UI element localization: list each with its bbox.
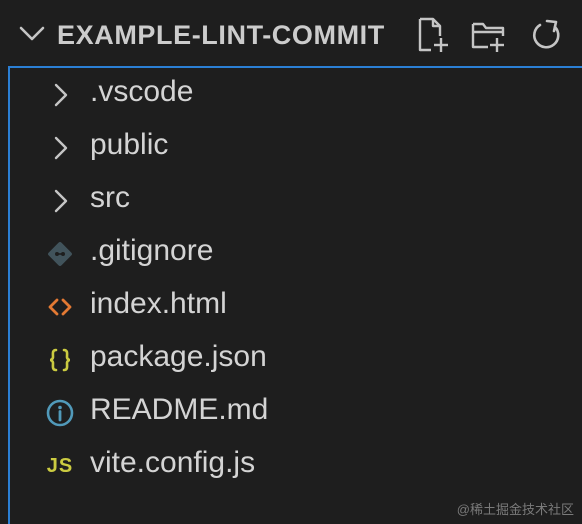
js-icon: JS <box>44 450 76 482</box>
tree-item-gitignore[interactable]: .gitignore <box>10 227 582 279</box>
explorer-panel: EXAMPLE-LINT-COMMIT .vscode public src .… <box>0 0 582 524</box>
tree-item-index-html[interactable]: index.html <box>10 280 582 332</box>
tree-item-label: public <box>90 128 169 161</box>
chevron-right-icon[interactable] <box>44 132 76 164</box>
tree-item-label: index.html <box>90 287 227 320</box>
tree-item-vscode-folder[interactable]: .vscode <box>10 68 582 120</box>
explorer-title: EXAMPLE-LINT-COMMIT <box>57 20 385 50</box>
tree-item-readme[interactable]: README.md <box>10 386 582 438</box>
html-icon <box>44 291 76 323</box>
git-icon <box>44 238 76 270</box>
new-file-icon[interactable] <box>414 16 450 54</box>
watermark: @稀土掘金技术社区 <box>456 502 574 517</box>
tree-item-src-folder[interactable]: src <box>10 174 582 226</box>
tree-item-label: src <box>90 181 130 214</box>
js-icon-text: JS <box>46 454 74 477</box>
chevron-down-icon[interactable] <box>18 24 46 44</box>
file-tree: .vscode public src .gitignore index.html… <box>8 66 582 524</box>
tree-item-label: .vscode <box>90 75 194 108</box>
chevron-right-icon[interactable] <box>44 185 76 217</box>
tree-item-package-json[interactable]: package.json <box>10 333 582 385</box>
tree-item-vite-config[interactable]: JS vite.config.js <box>10 439 582 491</box>
new-folder-icon[interactable] <box>470 16 506 54</box>
tree-item-public-folder[interactable]: public <box>10 121 582 173</box>
explorer-header[interactable]: EXAMPLE-LINT-COMMIT <box>0 0 582 66</box>
tree-item-label: vite.config.js <box>90 446 256 479</box>
refresh-icon[interactable] <box>528 16 564 54</box>
json-icon <box>44 344 76 376</box>
info-icon <box>44 397 76 429</box>
tree-item-label: README.md <box>90 393 269 426</box>
chevron-right-icon[interactable] <box>44 79 76 111</box>
tree-item-label: package.json <box>90 340 267 373</box>
tree-item-label: .gitignore <box>90 234 214 267</box>
